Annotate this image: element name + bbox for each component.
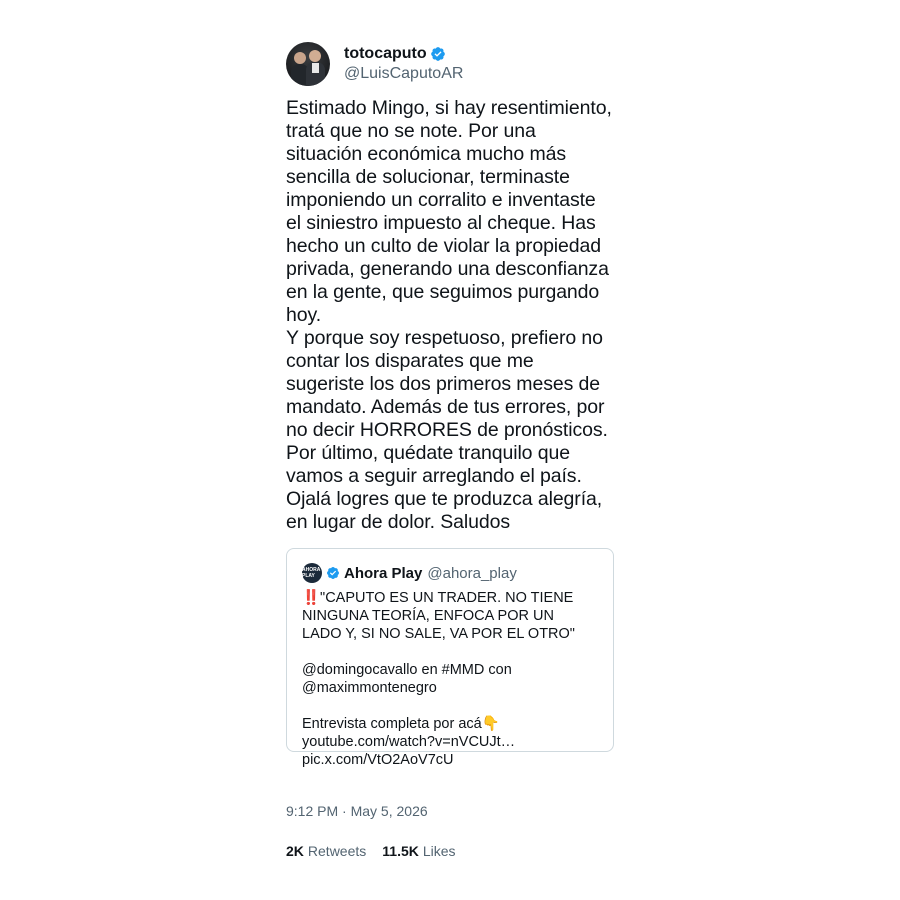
- retweets-count: 2K: [286, 843, 304, 859]
- tweet-text: Estimado Mingo, si hay resentimiento, tr…: [286, 97, 612, 533]
- retweets-stat[interactable]: 2K Retweets: [286, 843, 366, 859]
- verified-badge-icon: [430, 46, 445, 61]
- tweet-card: totocaputo @LuisCaputoAR Estimado Mingo,…: [286, 42, 614, 768]
- quoted-text: ‼️"CAPUTO ES UN TRADER. NO TIENE NINGUNA…: [302, 590, 575, 768]
- likes-count: 11.5K: [382, 843, 419, 859]
- quoted-handle[interactable]: @ahora_play: [427, 565, 516, 582]
- quoted-avatar-logo-text: AHORA PLAY: [302, 567, 321, 579]
- author-display-name-text[interactable]: totocaputo: [344, 44, 427, 63]
- quoted-verified-badge-icon: [327, 567, 339, 579]
- quoted-display-name[interactable]: Ahora Play: [344, 565, 422, 582]
- author-handle[interactable]: @LuisCaputoAR: [344, 64, 463, 84]
- tweet-timestamp[interactable]: 9:12 PM · May 5, 2026: [286, 803, 428, 819]
- timestamp-time[interactable]: 9:12 PM: [286, 803, 338, 819]
- quoted-tweet[interactable]: AHORA PLAY Ahora Play @ahora_play ‼️"CAP…: [286, 548, 614, 768]
- timestamp-separator: ·: [338, 803, 351, 819]
- likes-stat[interactable]: 11.5K Likes: [382, 843, 455, 859]
- tweet-stats: 2K Retweets 11.5K Likes: [286, 843, 472, 859]
- quoted-author[interactable]: AHORA PLAY Ahora Play @ahora_play: [302, 563, 599, 583]
- tweet-author[interactable]: totocaputo @LuisCaputoAR: [286, 42, 614, 86]
- avatar[interactable]: [286, 42, 330, 86]
- author-display-name[interactable]: totocaputo: [344, 44, 463, 63]
- retweets-label: Retweets: [307, 843, 367, 859]
- timestamp-date[interactable]: May 5, 2026: [351, 803, 428, 819]
- likes-label: Likes: [422, 843, 456, 859]
- quoted-avatar[interactable]: AHORA PLAY: [302, 563, 322, 583]
- author-names: totocaputo @LuisCaputoAR: [344, 44, 463, 84]
